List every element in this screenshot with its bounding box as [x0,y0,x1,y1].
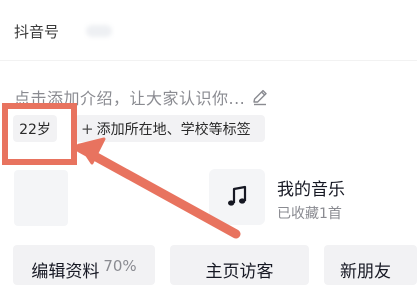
edit-pencil-icon[interactable] [251,88,269,106]
bio-placeholder[interactable]: 点击添加介绍，让大家认识你... [14,85,245,109]
douyin-id-value-blurred [86,25,112,37]
my-music-subtitle: 已收藏1首 [277,206,342,222]
edit-profile-progress: 70% [103,257,137,275]
music-thumb[interactable] [209,169,265,225]
profile-visitors-label: 主页访客 [205,262,274,282]
add-tags-button[interactable]: + 添加所在地、学校等标签 [75,115,265,142]
add-tags-label: 添加所在地、学校等标签 [96,121,251,138]
edit-profile-button[interactable]: 编辑资料 70% [13,245,155,285]
my-music-title[interactable]: 我的音乐 [277,175,345,200]
new-friends-button[interactable]: 新朋友 [324,245,417,285]
grey-card-placeholder[interactable] [14,170,68,226]
plus-icon: + [81,119,94,138]
new-friends-label: 新朋友 [340,262,391,282]
bio-row[interactable]: 点击添加介绍，让大家认识你... [14,86,314,108]
edit-profile-label: 编辑资料 [31,262,100,282]
music-note-icon [228,185,247,206]
age-tag[interactable]: 22岁 [13,115,57,142]
profile-visitors-button[interactable]: 主页访客 [170,245,309,285]
douyin-id-label: 抖音号 [14,23,60,41]
age-tag-label: 22岁 [19,121,51,138]
divider [0,60,417,61]
